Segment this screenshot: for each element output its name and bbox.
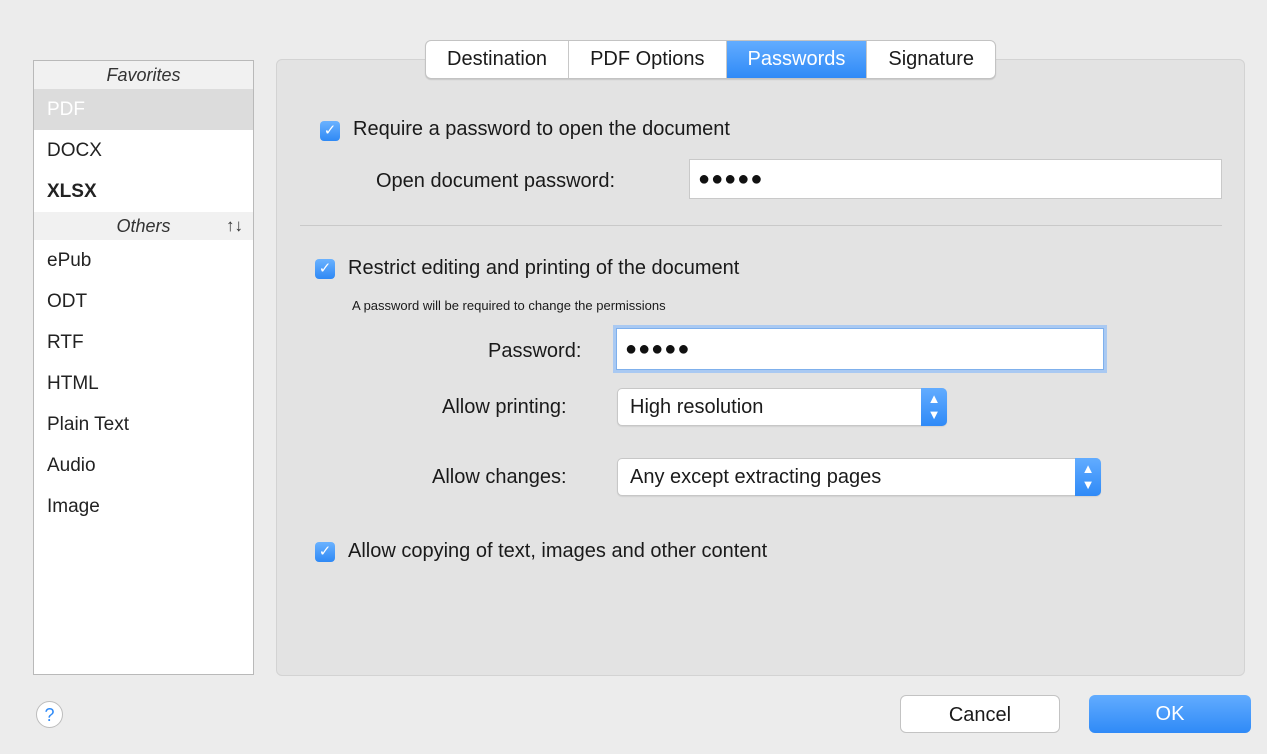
- allow-copying-checkbox[interactable]: ✓: [315, 542, 335, 562]
- sidebar-item-image[interactable]: Image: [34, 486, 253, 527]
- sidebar-item-html[interactable]: HTML: [34, 363, 253, 404]
- tab-bar: Destination PDF Options Passwords Signat…: [425, 40, 996, 79]
- restrict-editing-checkbox[interactable]: ✓: [315, 259, 335, 279]
- favorites-header: Favorites: [34, 61, 253, 89]
- password-label: Password:: [488, 340, 582, 362]
- sidebar-item-pdf[interactable]: PDF: [34, 89, 253, 130]
- allow-changes-select[interactable]: Any except extracting pages ▲ ▼: [617, 458, 1101, 496]
- ok-button[interactable]: OK: [1089, 695, 1251, 733]
- sort-arrows-icon[interactable]: ↑↓: [226, 212, 243, 240]
- allow-printing-value: High resolution: [630, 396, 764, 418]
- password-field[interactable]: ●●●●●: [616, 328, 1104, 370]
- sidebar-item-rtf[interactable]: RTF: [34, 322, 253, 363]
- sidebar-item-epub[interactable]: ePub: [34, 240, 253, 281]
- section-divider: [300, 225, 1222, 226]
- sidebar-item-odt[interactable]: ODT: [34, 281, 253, 322]
- tab-passwords[interactable]: Passwords: [726, 41, 868, 78]
- sidebar-item-audio[interactable]: Audio: [34, 445, 253, 486]
- sidebar-item-plain-text[interactable]: Plain Text: [34, 404, 253, 445]
- cancel-button[interactable]: Cancel: [900, 695, 1060, 733]
- require-password-checkbox[interactable]: ✓: [320, 121, 340, 141]
- tab-pdf-options[interactable]: PDF Options: [569, 41, 727, 78]
- restrict-note: A password will be required to change th…: [352, 298, 666, 313]
- sidebar-item-xlsx[interactable]: XLSX: [34, 171, 253, 212]
- chevron-updown-icon: ▲ ▼: [921, 388, 947, 426]
- restrict-editing-label: Restrict editing and printing of the doc…: [348, 257, 740, 279]
- format-sidebar: Favorites PDF DOCX XLSX Others ↑↓ ePub O…: [33, 60, 254, 675]
- allow-changes-label: Allow changes:: [432, 466, 567, 488]
- others-header-label: Others: [116, 216, 171, 236]
- open-password-field[interactable]: ●●●●●: [689, 159, 1222, 199]
- help-icon[interactable]: ?: [36, 701, 63, 728]
- allow-copying-label: Allow copying of text, images and other …: [348, 540, 768, 562]
- tab-signature[interactable]: Signature: [867, 41, 995, 78]
- others-header: Others ↑↓: [34, 212, 253, 240]
- allow-printing-select[interactable]: High resolution ▲ ▼: [617, 388, 947, 426]
- allow-printing-label: Allow printing:: [442, 396, 567, 418]
- chevron-updown-icon: ▲ ▼: [1075, 458, 1101, 496]
- require-password-label: Require a password to open the document: [353, 118, 730, 140]
- open-password-label: Open document password:: [376, 170, 616, 192]
- sidebar-item-docx[interactable]: DOCX: [34, 130, 253, 171]
- tab-destination[interactable]: Destination: [426, 41, 570, 78]
- allow-changes-value: Any except extracting pages: [630, 466, 882, 488]
